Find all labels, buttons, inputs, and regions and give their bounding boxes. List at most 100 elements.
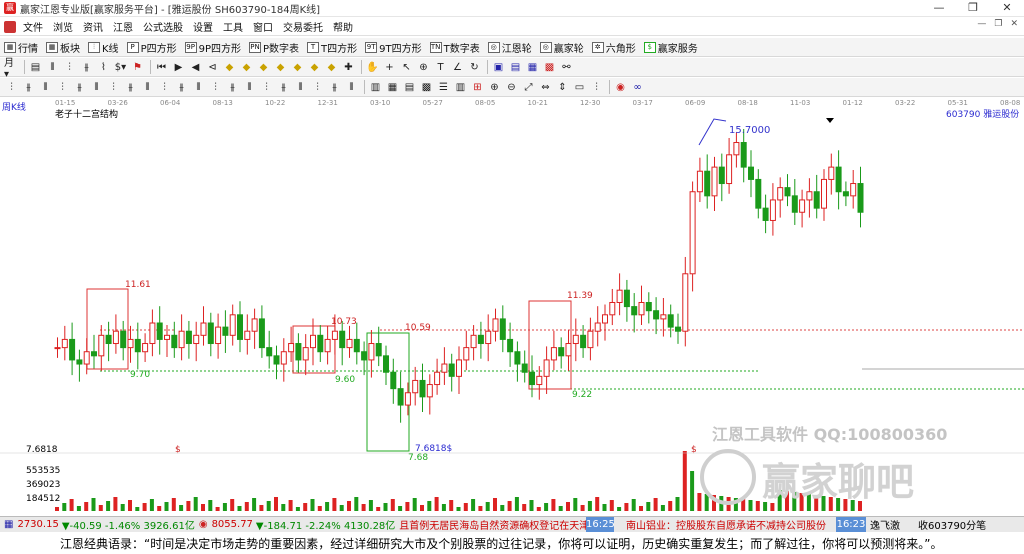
cross-icon[interactable]: ✚ xyxy=(341,60,356,74)
quotes-button[interactable]: ▦ 行情 xyxy=(0,40,42,55)
candle-tool-icon[interactable]: ⫵ xyxy=(79,60,94,74)
measure-icon[interactable]: ⇔ xyxy=(538,80,553,94)
menu-info[interactable]: 资讯 xyxy=(78,19,108,34)
p-number-table-button[interactable]: PN P数字表 xyxy=(245,40,303,55)
menu-trade[interactable]: 交易委托 xyxy=(278,19,328,34)
bar-chart-icon-13[interactable]: ⫶ xyxy=(208,80,223,94)
bar-chart-icon-9[interactable]: ⫴ xyxy=(140,80,155,94)
maximize-button[interactable]: ❐ xyxy=(956,0,990,16)
mdi-restore-button[interactable]: ❐ xyxy=(994,19,1002,29)
book-icon[interactable]: ▣ xyxy=(491,60,506,74)
grid-tool-icon[interactable]: ▤ xyxy=(28,60,43,74)
cols-icon[interactable]: ▥ xyxy=(453,80,468,94)
bar-chart-icon-3[interactable]: ⫴ xyxy=(38,80,53,94)
bar-chart-icon-19[interactable]: ⫶ xyxy=(310,80,325,94)
sector-button[interactable]: ▦ 板块 xyxy=(42,40,84,55)
grid-chart-icon[interactable]: ▥ xyxy=(368,80,383,94)
close-button[interactable]: ✕ xyxy=(990,0,1024,16)
color-wheel-icon[interactable]: ◉ xyxy=(613,80,628,94)
chart2-icon[interactable]: ⫶ xyxy=(589,80,604,94)
bar-chart-icon-7[interactable]: ⫶ xyxy=(106,80,121,94)
infinity-icon[interactable]: ∞ xyxy=(630,80,645,94)
diamond-icon-2[interactable]: ◆ xyxy=(239,60,254,74)
kline-chart[interactable]: 01-15 03-26 06-04 08-13 10-22 12-31 03-10 05-27… xyxy=(0,97,1024,515)
save-icon[interactable]: ▤ xyxy=(508,60,523,74)
bar-chart-icon-8[interactable]: ⫵ xyxy=(123,80,138,94)
9t-square-button[interactable]: 9T 9T四方形 xyxy=(361,40,425,55)
bar-chart-icon-11[interactable]: ⫵ xyxy=(174,80,189,94)
chart-tool-icon[interactable]: ⫴ xyxy=(45,60,60,74)
link-icon[interactable]: ⚯ xyxy=(559,60,574,74)
9p-square-button[interactable]: 9P 9P四方形 xyxy=(181,40,245,55)
fit-icon[interactable]: ⤢ xyxy=(521,80,536,94)
diamond-icon-3[interactable]: ◆ xyxy=(256,60,271,74)
mdi-minimize-button[interactable]: — xyxy=(977,19,986,29)
bar-chart-icon-12[interactable]: ⫴ xyxy=(191,80,206,94)
magnify-icon[interactable]: ⊕ xyxy=(416,60,431,74)
box-icon[interactable]: ▭ xyxy=(572,80,587,94)
mdi-close-button[interactable]: ✕ xyxy=(1010,19,1018,29)
table-icon[interactable]: ▤ xyxy=(402,80,417,94)
gann-wheel-button[interactable]: ◎ 江恩轮 xyxy=(484,40,536,55)
p-square-button[interactable]: P P四方形 xyxy=(123,40,181,55)
matrix-icon[interactable]: ▩ xyxy=(419,80,434,94)
ruler-icon[interactable]: ⇕ xyxy=(555,80,570,94)
play-icon[interactable]: ▶ xyxy=(171,60,186,74)
bar-chart-icon-5[interactable]: ⫵ xyxy=(72,80,87,94)
bar-tool-icon[interactable]: ⫶ xyxy=(62,60,77,74)
diamond-icon-4[interactable]: ◆ xyxy=(273,60,288,74)
bar-chart-icon-6[interactable]: ⫴ xyxy=(89,80,104,94)
flag-icon[interactable]: ⚑ xyxy=(130,60,145,74)
winner-wheel-button[interactable]: ◎ 赢家轮 xyxy=(536,40,588,55)
menu-browse[interactable]: 浏览 xyxy=(48,19,78,34)
kline-button[interactable]: ⫶ K线 xyxy=(84,40,123,55)
service-button[interactable]: $ 赢家服务 xyxy=(640,40,702,55)
line-tool-icon[interactable]: ⌇ xyxy=(96,60,111,74)
pointer-icon[interactable]: ⊲ xyxy=(205,60,220,74)
news-ticker-3[interactable]: 逸飞激 xyxy=(870,517,900,532)
app-menu-icon[interactable] xyxy=(4,20,16,33)
refresh-icon[interactable]: ↻ xyxy=(467,60,482,74)
menu-tools[interactable]: 工具 xyxy=(218,19,248,34)
hand-icon[interactable]: ✋ xyxy=(365,60,380,74)
bar-chart-icon-16[interactable]: ⫶ xyxy=(259,80,274,94)
zoom-out-icon[interactable]: ⊖ xyxy=(504,80,519,94)
bar-chart-icon-17[interactable]: ⫵ xyxy=(276,80,291,94)
bar-chart-icon-2[interactable]: ⫵ xyxy=(21,80,36,94)
diamond-icon-5[interactable]: ◆ xyxy=(290,60,305,74)
select-icon[interactable]: ⊞ xyxy=(470,80,485,94)
period-selector-icon[interactable]: 月▾ xyxy=(4,58,19,80)
bar-chart-icon-20[interactable]: ⫵ xyxy=(327,80,342,94)
arrow-icon[interactable]: ↖ xyxy=(399,60,414,74)
menu-gann[interactable]: 江恩 xyxy=(108,19,138,34)
diamond-icon-7[interactable]: ◆ xyxy=(324,60,339,74)
menu-settings[interactable]: 设置 xyxy=(188,19,218,34)
gridline-icon[interactable]: ▦ xyxy=(385,80,400,94)
text-icon[interactable]: T xyxy=(433,60,448,74)
folder-icon[interactable]: ▦ xyxy=(525,60,540,74)
bar-chart-icon[interactable]: ⫶ xyxy=(4,80,19,94)
rows-icon[interactable]: ☰ xyxy=(436,80,451,94)
crosshair-icon[interactable]: + xyxy=(382,60,397,74)
bar-chart-icon-15[interactable]: ⫴ xyxy=(242,80,257,94)
zoom-in-icon[interactable]: ⊕ xyxy=(487,80,502,94)
hexagon-button[interactable]: ✲ 六角形 xyxy=(588,40,640,55)
angle-icon[interactable]: ∠ xyxy=(450,60,465,74)
menu-file[interactable]: 文件 xyxy=(18,19,48,34)
bar-chart-icon-21[interactable]: ⫴ xyxy=(344,80,359,94)
minimize-button[interactable]: — xyxy=(922,0,956,16)
menu-window[interactable]: 窗口 xyxy=(248,19,278,34)
bar-chart-icon-14[interactable]: ⫵ xyxy=(225,80,240,94)
window-icon[interactable]: ▩ xyxy=(542,60,557,74)
menu-formula[interactable]: 公式选股 xyxy=(138,19,188,34)
dollar-tool-icon[interactable]: $▾ xyxy=(113,60,128,74)
news-ticker-2[interactable]: 南山铝业：控股股东自愿承诺不减持公司股份 xyxy=(626,517,826,532)
t-number-table-button[interactable]: TN T数字表 xyxy=(426,40,484,55)
bar-chart-icon-10[interactable]: ⫶ xyxy=(157,80,172,94)
back-icon[interactable]: ◀ xyxy=(188,60,203,74)
news-ticker-1[interactable]: 且首例无居民海岛自然资源确权登记在天津完成 xyxy=(399,517,609,532)
bar-chart-icon-18[interactable]: ⫴ xyxy=(293,80,308,94)
diamond-icon-6[interactable]: ◆ xyxy=(307,60,322,74)
t-square-button[interactable]: T T四方形 xyxy=(303,40,361,55)
diamond-icon-1[interactable]: ◆ xyxy=(222,60,237,74)
